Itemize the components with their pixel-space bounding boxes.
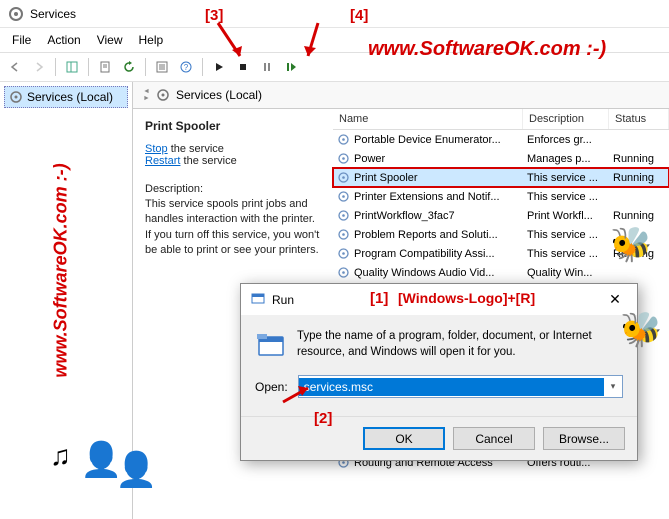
export-button[interactable] [94,56,116,78]
gear-icon [337,209,350,222]
gear-icon [337,190,350,203]
svg-text:?: ? [184,63,189,72]
stop-link[interactable]: Stop [145,143,168,155]
browse-button[interactable]: Browse... [543,427,625,450]
table-row[interactable]: PowerManages p...Running [333,149,669,168]
stop-text: the service [168,143,224,155]
help-button[interactable]: ? [175,56,197,78]
cell-name: Print Spooler [333,171,523,184]
run-icon [250,290,266,309]
cancel-button[interactable]: Cancel [453,427,535,450]
tree-root-item[interactable]: Services (Local) [4,86,128,108]
tree-root-label: Services (Local) [27,90,113,104]
cell-name: Power [333,152,523,165]
pause-service-button[interactable] [256,56,278,78]
menu-action[interactable]: Action [39,30,88,50]
gear-icon [156,88,170,102]
table-row[interactable]: Printer Extensions and Notif...This serv… [333,187,669,206]
table-row[interactable]: Program Compatibility Assi...This servic… [333,244,669,263]
menu-view[interactable]: View [89,30,131,50]
gear-icon [337,133,350,146]
stop-service-button[interactable] [232,56,254,78]
cell-status: Running [609,210,669,222]
cell-name: Quality Windows Audio Vid... [333,266,523,279]
restart-service-button[interactable] [280,56,302,78]
gear-icon [9,90,23,104]
description-label: Description: [145,183,321,195]
cell-desc: This service ... [523,172,609,184]
nav-arrows-icon[interactable]: ◄► [143,88,150,102]
run-titlebar: Run ✕ [241,284,637,315]
table-row[interactable]: Problem Reports and Soluti...This servic… [333,225,669,244]
window-titlebar: Services [0,0,669,28]
content-header: ◄► Services (Local) [133,82,669,109]
col-status[interactable]: Status [609,109,669,129]
cell-name: Printer Extensions and Notif... [333,190,523,203]
services-icon [8,6,24,22]
cell-name: Program Compatibility Assi... [333,247,523,260]
run-dialog: Run ✕ Type the name of a program, folder… [240,283,638,461]
refresh-button[interactable] [118,56,140,78]
col-name[interactable]: Name [333,109,523,129]
cell-desc: Print Workfl... [523,210,609,222]
description-text: This service spools print jobs and handl… [145,197,321,259]
ok-button[interactable]: OK [363,427,445,450]
cell-desc: This service ... [523,191,609,203]
run-title: Run [272,293,294,307]
cell-status: Running [609,172,669,184]
gear-icon [337,247,350,260]
cell-desc: This service ... [523,248,609,260]
menu-help[interactable]: Help [131,30,172,50]
run-body-text: Type the name of a program, folder, docu… [297,329,623,361]
gear-icon [337,228,350,241]
cell-desc: Manages p... [523,153,609,165]
restart-link[interactable]: Restart [145,155,180,167]
restart-text: the service [180,155,236,167]
forward-button[interactable] [28,56,50,78]
col-description[interactable]: Description [523,109,609,129]
open-value[interactable]: services.msc [299,378,604,396]
gear-icon [337,152,350,165]
start-service-button[interactable] [208,56,230,78]
watermark-left: www.SoftwareOK.com :-) [51,163,72,377]
properties-button[interactable] [151,56,173,78]
cell-name: Portable Device Enumerator... [333,133,523,146]
content-title: Services (Local) [176,88,262,102]
table-row[interactable]: Print SpoolerThis service ...Running [333,168,669,187]
show-hide-button[interactable] [61,56,83,78]
cell-desc: Enforces gr... [523,134,609,146]
table-row[interactable]: PrintWorkflow_3fac7Print Workfl...Runnin… [333,206,669,225]
menubar: File Action View Help [0,28,669,52]
gear-icon [337,266,350,279]
open-combobox[interactable]: services.msc ▾ [298,375,623,398]
cell-name: Problem Reports and Soluti... [333,228,523,241]
table-row[interactable]: Portable Device Enumerator...Enforces gr… [333,130,669,149]
toolbar: ? [0,52,669,82]
window-title: Services [30,7,76,21]
cell-desc: This service ... [523,229,609,241]
cell-name: PrintWorkflow_3fac7 [333,209,523,222]
cell-desc: Quality Win... [523,267,609,279]
menu-file[interactable]: File [4,30,39,50]
table-row[interactable]: Quality Windows Audio Vid...Quality Win.… [333,263,669,282]
open-label: Open: [255,380,288,394]
gear-icon [337,171,350,184]
close-icon[interactable]: ✕ [602,291,628,308]
dropdown-icon[interactable]: ▾ [604,381,622,392]
list-header: Name Description Status [333,109,669,130]
run-app-icon [255,329,287,361]
service-name: Print Spooler [145,119,321,133]
cell-status: Running [609,248,669,260]
cell-status: Running [609,153,669,165]
back-button[interactable] [4,56,26,78]
